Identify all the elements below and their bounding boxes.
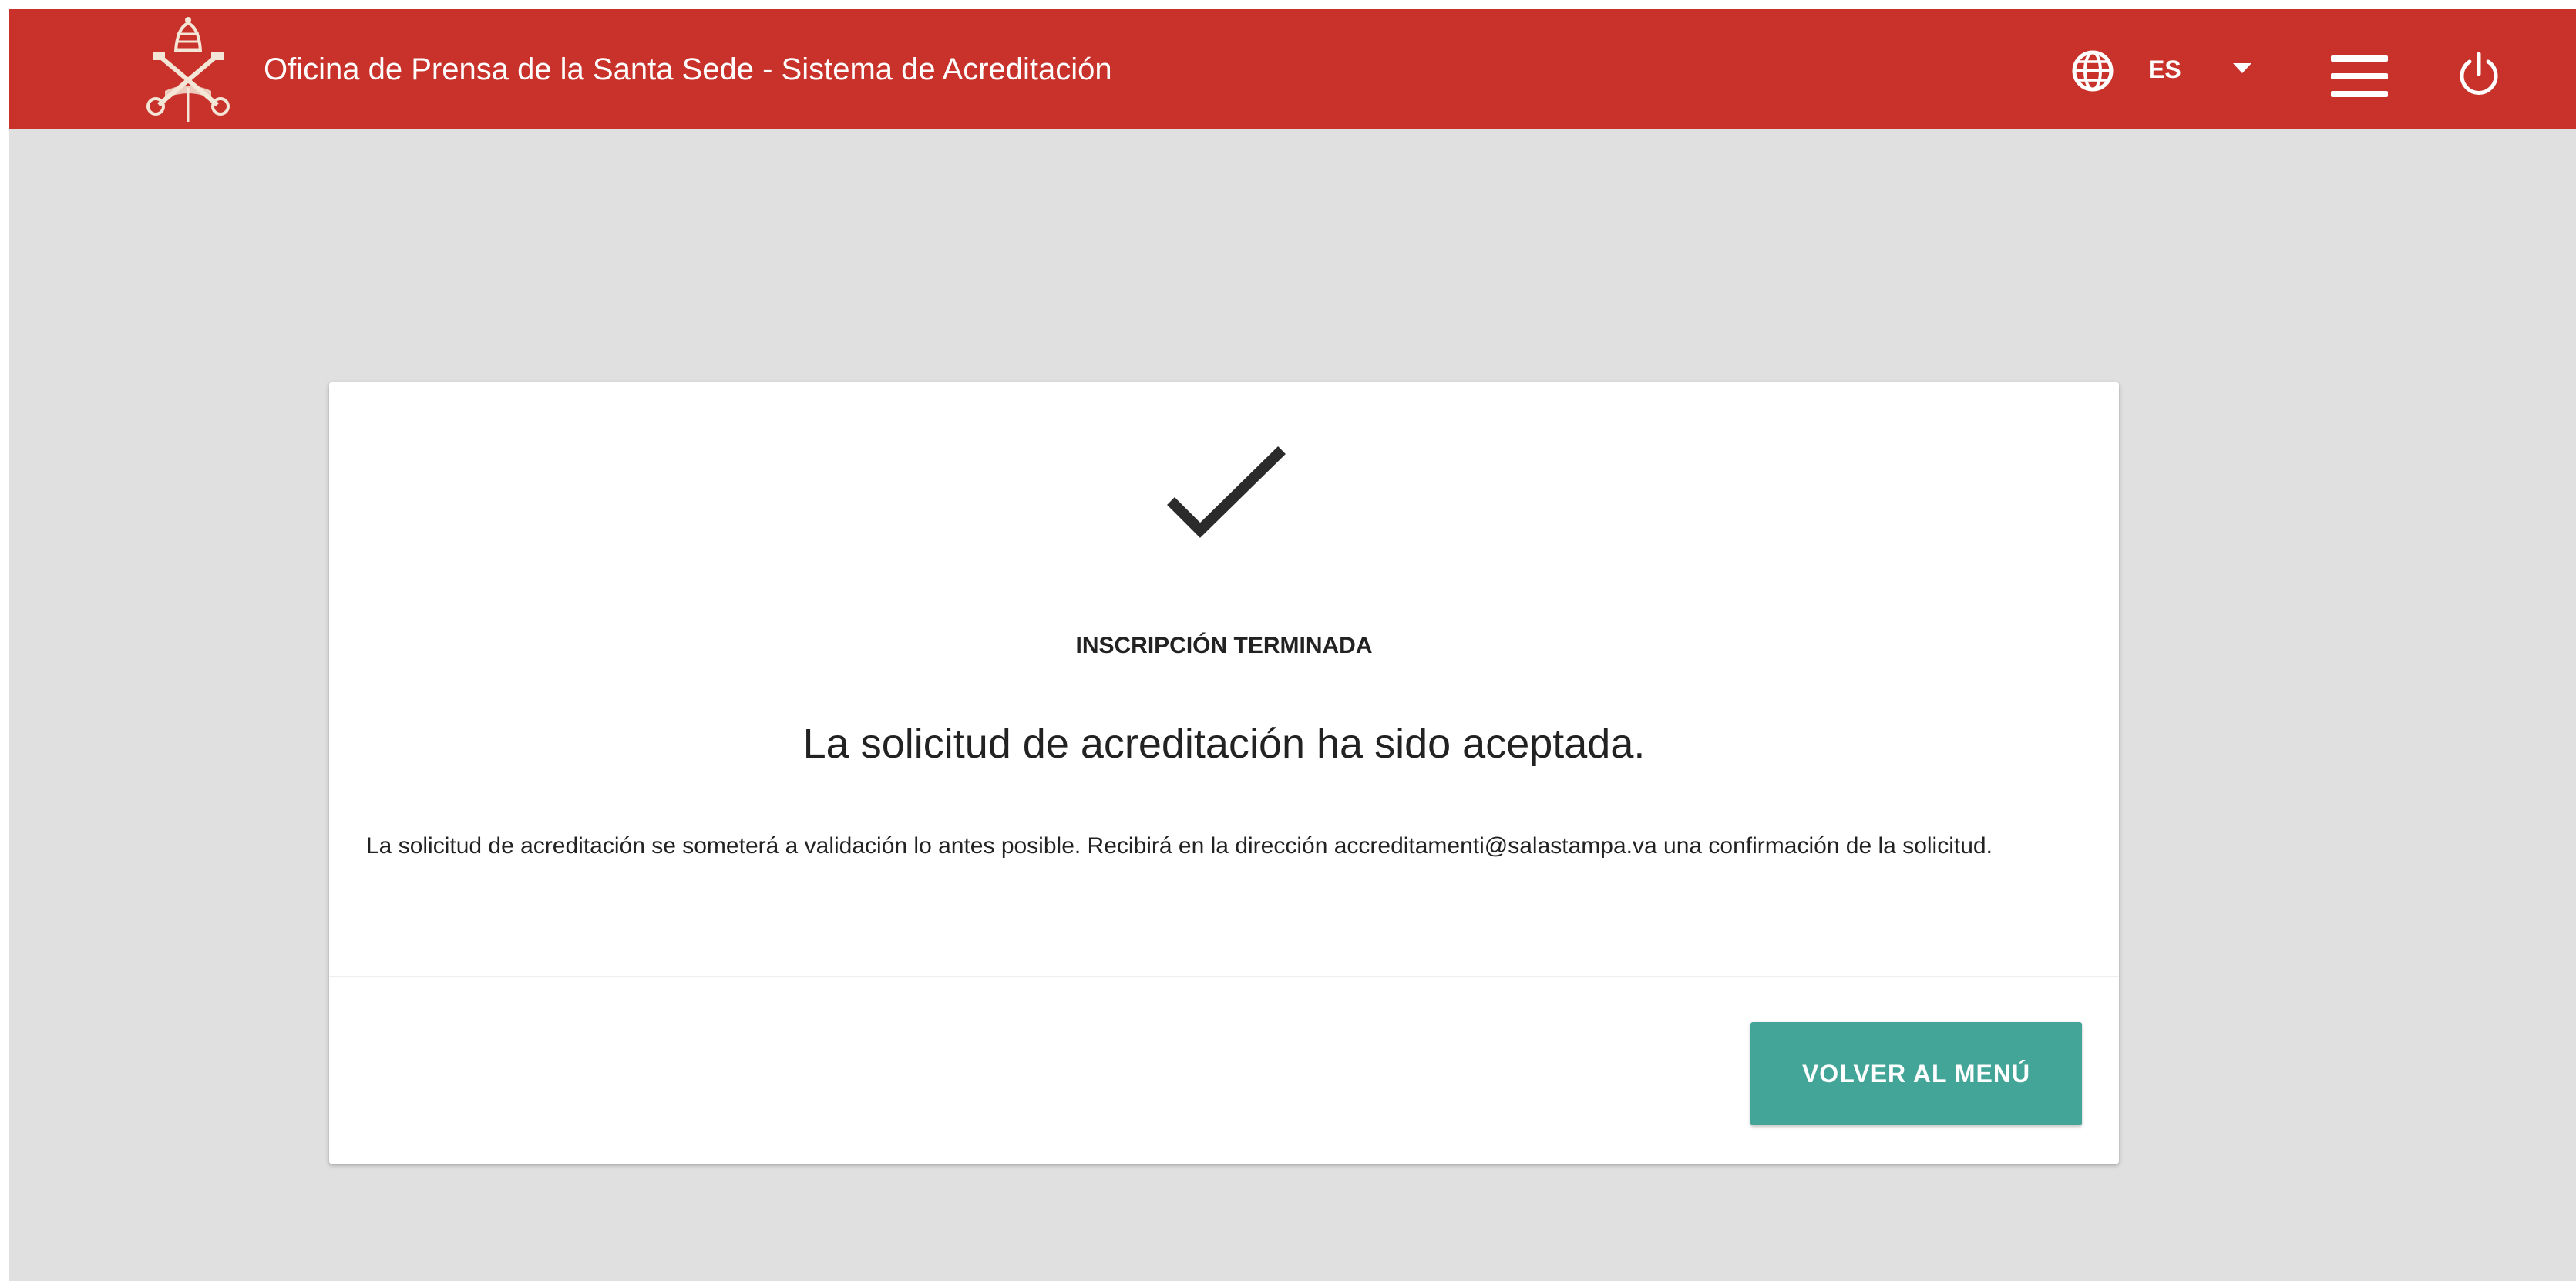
app-title: Oficina de Prensa de la Santa Sede - Sis… xyxy=(264,52,1112,86)
caret-down-icon xyxy=(2233,63,2251,73)
page-background: Oficina de Prensa de la Santa Sede - Sis… xyxy=(9,9,2576,1281)
status-label: INSCRIPCIÓN TERMINADA xyxy=(1075,633,1373,658)
checkmark-icon xyxy=(1167,446,1286,538)
language-selector[interactable]: ES xyxy=(2071,43,2272,96)
papal-coat-of-arms-icon xyxy=(146,17,230,122)
card-divider xyxy=(329,976,2119,977)
top-app-bar: Oficina de Prensa de la Santa Sede - Sis… xyxy=(9,9,2576,129)
confirmation-headline: La solicitud de acreditación ha sido ace… xyxy=(802,721,1646,767)
confirmation-message: La solicitud de acreditación se someterá… xyxy=(366,833,1993,859)
confirmation-card: INSCRIPCIÓN TERMINADA La solicitud de ac… xyxy=(329,382,2119,1164)
power-icon[interactable] xyxy=(2457,51,2500,97)
back-to-menu-button[interactable]: VOLVER AL MENÚ xyxy=(1750,1022,2082,1125)
hamburger-menu-icon[interactable] xyxy=(2331,55,2388,97)
selected-language: ES xyxy=(2148,55,2181,83)
globe-icon xyxy=(2072,50,2114,92)
